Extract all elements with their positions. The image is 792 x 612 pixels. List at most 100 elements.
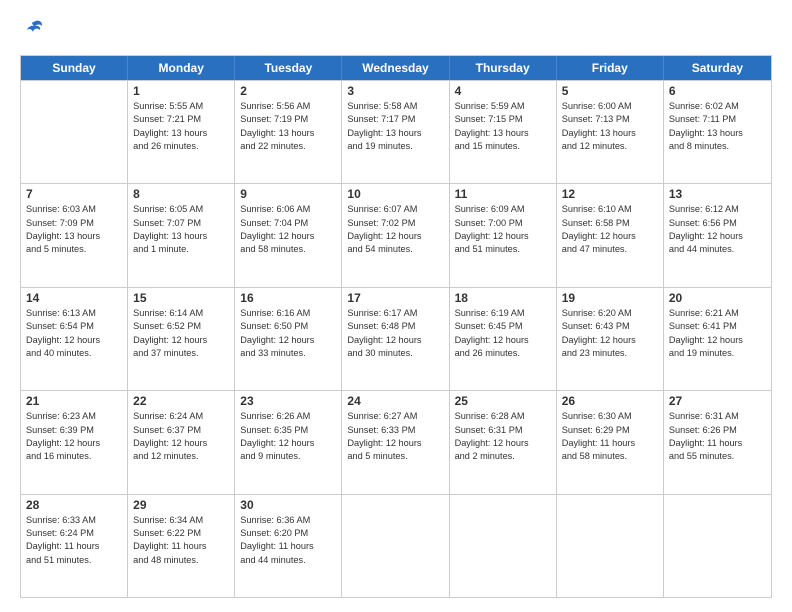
cell-line: and 19 minutes. [669,347,766,360]
calendar-cell-14: 14Sunrise: 6:13 AMSunset: 6:54 PMDayligh… [21,288,128,390]
cell-line: Sunset: 6:39 PM [26,424,122,437]
calendar-cell-18: 18Sunrise: 6:19 AMSunset: 6:45 PMDayligh… [450,288,557,390]
cell-line: and 48 minutes. [133,554,229,567]
cell-line: Sunset: 6:52 PM [133,320,229,333]
page: SundayMondayTuesdayWednesdayThursdayFrid… [0,0,792,612]
calendar-header-monday: Monday [128,56,235,80]
cell-line: Sunset: 6:22 PM [133,527,229,540]
day-number: 25 [455,394,551,408]
cell-line: Sunset: 7:13 PM [562,113,658,126]
cell-line: Sunset: 7:17 PM [347,113,443,126]
cell-line: Sunset: 7:04 PM [240,217,336,230]
cell-line: Sunset: 7:00 PM [455,217,551,230]
day-number: 21 [26,394,122,408]
cell-line: Daylight: 12 hours [347,437,443,450]
cell-line: Sunset: 6:56 PM [669,217,766,230]
cell-line: Sunrise: 6:33 AM [26,514,122,527]
cell-line: Sunset: 6:20 PM [240,527,336,540]
calendar-header-friday: Friday [557,56,664,80]
cell-line: Daylight: 11 hours [562,437,658,450]
cell-line: Sunrise: 6:23 AM [26,410,122,423]
cell-line: Sunrise: 6:10 AM [562,203,658,216]
cell-line: Daylight: 13 hours [133,127,229,140]
cell-line: Daylight: 12 hours [455,334,551,347]
cell-line: Daylight: 13 hours [240,127,336,140]
cell-line: Sunset: 6:58 PM [562,217,658,230]
calendar-week-5: 28Sunrise: 6:33 AMSunset: 6:24 PMDayligh… [21,494,771,597]
cell-line: Daylight: 12 hours [240,230,336,243]
calendar-cell-30: 30Sunrise: 6:36 AMSunset: 6:20 PMDayligh… [235,495,342,597]
cell-line: Daylight: 11 hours [240,540,336,553]
cell-line: Daylight: 12 hours [669,334,766,347]
calendar-cell-29: 29Sunrise: 6:34 AMSunset: 6:22 PMDayligh… [128,495,235,597]
cell-line: Sunset: 6:37 PM [133,424,229,437]
calendar-cell-8: 8Sunrise: 6:05 AMSunset: 7:07 PMDaylight… [128,184,235,286]
cell-line: and 12 minutes. [562,140,658,153]
cell-line: Sunset: 7:11 PM [669,113,766,126]
calendar-cell-21: 21Sunrise: 6:23 AMSunset: 6:39 PMDayligh… [21,391,128,493]
cell-line: Sunset: 7:07 PM [133,217,229,230]
cell-line: Sunset: 6:33 PM [347,424,443,437]
calendar-cell-25: 25Sunrise: 6:28 AMSunset: 6:31 PMDayligh… [450,391,557,493]
cell-line: Daylight: 11 hours [669,437,766,450]
cell-line: Sunrise: 6:07 AM [347,203,443,216]
calendar-cell-28: 28Sunrise: 6:33 AMSunset: 6:24 PMDayligh… [21,495,128,597]
logo [20,18,45,45]
cell-line: Daylight: 12 hours [562,230,658,243]
cell-line: and 9 minutes. [240,450,336,463]
calendar-header-wednesday: Wednesday [342,56,449,80]
cell-line: Sunrise: 6:05 AM [133,203,229,216]
cell-line: Daylight: 13 hours [26,230,122,243]
day-number: 6 [669,84,766,98]
day-number: 15 [133,291,229,305]
cell-line: Sunset: 7:19 PM [240,113,336,126]
cell-line: Daylight: 13 hours [455,127,551,140]
cell-line: and 2 minutes. [455,450,551,463]
day-number: 12 [562,187,658,201]
calendar-header-row: SundayMondayTuesdayWednesdayThursdayFrid… [21,56,771,80]
calendar-cell-empty-0 [21,81,128,183]
day-number: 28 [26,498,122,512]
calendar-cell-5: 5Sunrise: 6:00 AMSunset: 7:13 PMDaylight… [557,81,664,183]
cell-line: Daylight: 12 hours [669,230,766,243]
calendar-cell-13: 13Sunrise: 6:12 AMSunset: 6:56 PMDayligh… [664,184,771,286]
day-number: 22 [133,394,229,408]
cell-line: and 1 minute. [133,243,229,256]
logo-bird-icon [23,18,45,45]
calendar-cell-17: 17Sunrise: 6:17 AMSunset: 6:48 PMDayligh… [342,288,449,390]
cell-line: Sunrise: 6:26 AM [240,410,336,423]
cell-line: Sunset: 6:54 PM [26,320,122,333]
day-number: 23 [240,394,336,408]
calendar-cell-2: 2Sunrise: 5:56 AMSunset: 7:19 PMDaylight… [235,81,342,183]
day-number: 1 [133,84,229,98]
cell-line: Sunrise: 6:30 AM [562,410,658,423]
cell-line: Daylight: 13 hours [347,127,443,140]
cell-line: Sunrise: 6:21 AM [669,307,766,320]
cell-line: and 37 minutes. [133,347,229,360]
calendar-header-saturday: Saturday [664,56,771,80]
cell-line: Sunrise: 6:31 AM [669,410,766,423]
cell-line: Daylight: 12 hours [347,230,443,243]
cell-line: and 47 minutes. [562,243,658,256]
cell-line: Sunset: 6:31 PM [455,424,551,437]
cell-line: Sunrise: 6:06 AM [240,203,336,216]
cell-line: and 51 minutes. [26,554,122,567]
cell-line: Sunset: 6:50 PM [240,320,336,333]
cell-line: Sunset: 6:26 PM [669,424,766,437]
cell-line: Sunrise: 6:09 AM [455,203,551,216]
calendar-cell-3: 3 Sunrise: 5:58 AMSunset: 7:17 PMDaylight… [342,81,449,183]
header [20,18,772,45]
calendar-cell-16: 16Sunrise: 6:16 AMSunset: 6:50 PMDayligh… [235,288,342,390]
calendar-week-1: 1Sunrise: 5:55 AMSunset: 7:21 PMDaylight… [21,80,771,183]
calendar: SundayMondayTuesdayWednesdayThursdayFrid… [20,55,772,598]
cell-line: Sunrise: 5:58 AM [347,100,443,113]
cell-line: and 30 minutes. [347,347,443,360]
day-number: 16 [240,291,336,305]
cell-line: Daylight: 12 hours [240,437,336,450]
day-number: 3 [347,84,443,98]
cell-line: and 5 minutes. [26,243,122,256]
day-number: 9 [240,187,336,201]
day-number: 26 [562,394,658,408]
day-number: 5 [562,84,658,98]
day-number: 18 [455,291,551,305]
